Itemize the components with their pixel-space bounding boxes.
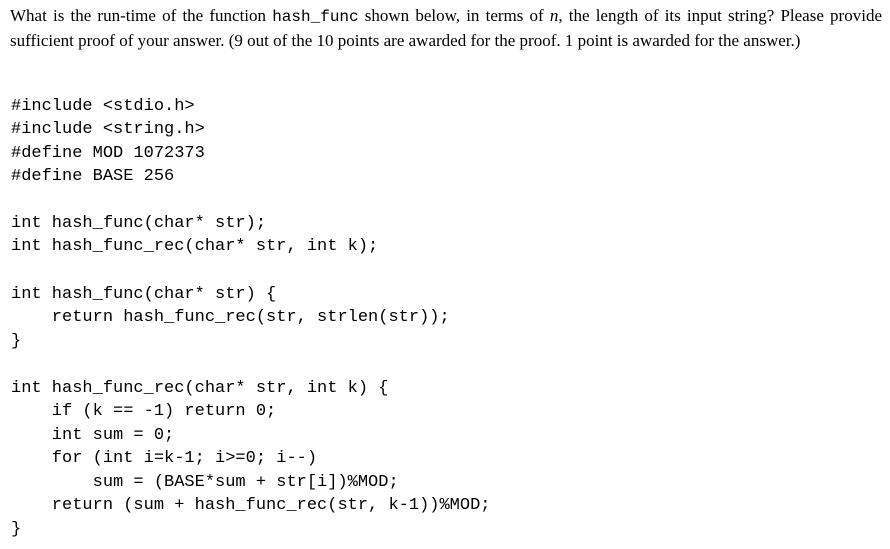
code-line: return (sum + hash_func_rec(str, k-1))%M…: [11, 496, 491, 515]
code-line: for (int i=k-1; i>=0; i--): [11, 449, 318, 468]
code-block: #include <stdio.h> #include <string.h> #…: [11, 0, 490, 539]
code-line: int sum = 0;: [11, 426, 175, 445]
code-line: int hash_func_rec(char* str, int k) {: [11, 379, 389, 398]
question-part-2: shown below, in terms of: [358, 6, 550, 25]
code-line: #include <string.h>: [11, 120, 205, 139]
code-line: int hash_func(char* str) {: [11, 285, 277, 304]
code-line: }: [11, 520, 22, 539]
code-line: #define MOD 1072373: [11, 144, 205, 163]
function-name: hash_func: [272, 8, 359, 26]
code-line: sum = (BASE*sum + str[i])%MOD;: [11, 473, 399, 492]
code-line: #define BASE 256: [11, 167, 175, 186]
question-part-1: What is the run-time of the function: [10, 6, 273, 25]
code-line: #include <stdio.h>: [11, 97, 195, 116]
code-line: if (k == -1) return 0;: [11, 402, 277, 421]
code-line: int hash_func_rec(char* str, int k);: [11, 237, 379, 256]
code-line: int hash_func(char* str);: [11, 214, 267, 233]
code-line: }: [11, 332, 22, 351]
code-line: return hash_func_rec(str, strlen(str));: [11, 308, 450, 327]
question-text: What is the run-time of the function has…: [10, 4, 882, 52]
